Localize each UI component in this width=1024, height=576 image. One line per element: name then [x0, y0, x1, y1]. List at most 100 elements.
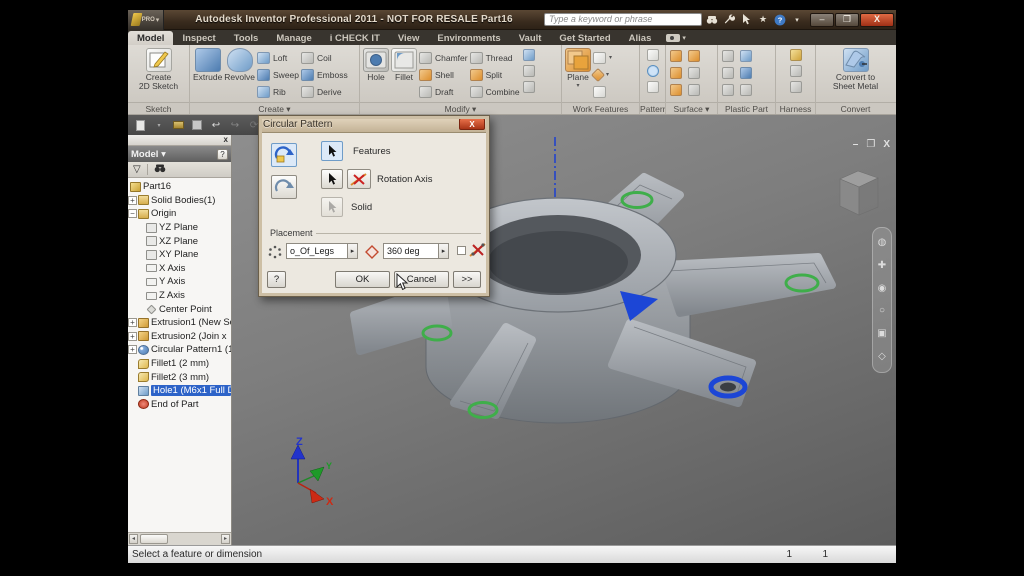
- mirror-icon[interactable]: [647, 81, 659, 93]
- snap-fit-icon[interactable]: [740, 84, 752, 96]
- tree-item-xz-plane[interactable]: XZ Plane: [128, 234, 231, 248]
- recorder-dropdown-icon[interactable]: ▾: [682, 34, 686, 42]
- screen-recorder-icon[interactable]: [666, 34, 680, 42]
- new-file-icon[interactable]: [134, 119, 146, 131]
- harness-group-label[interactable]: Harness: [776, 103, 816, 114]
- draft-button[interactable]: Draft: [419, 83, 468, 100]
- tab-vault[interactable]: Vault: [510, 31, 551, 45]
- loft-button[interactable]: Loft: [257, 49, 299, 66]
- work-axis-button[interactable]: ▾: [593, 49, 612, 66]
- tab-alias[interactable]: Alias: [620, 31, 661, 45]
- circular-pattern-icon[interactable]: [647, 65, 659, 77]
- derive-button[interactable]: Derive: [301, 83, 348, 100]
- lip-icon[interactable]: [722, 84, 734, 96]
- save-icon[interactable]: [191, 119, 203, 131]
- emboss-button[interactable]: Emboss: [301, 66, 348, 83]
- tab-view[interactable]: View: [389, 31, 428, 45]
- expand-icon[interactable]: +: [128, 332, 137, 341]
- tab-icheckit[interactable]: i CHECK IT: [321, 31, 389, 45]
- rectangular-pattern-icon[interactable]: [647, 49, 659, 61]
- rest-icon[interactable]: [722, 67, 734, 79]
- angle-flyout-button[interactable]: ▸: [438, 243, 449, 259]
- undo-icon[interactable]: ↩: [210, 119, 222, 131]
- rotation-axis-status-button[interactable]: [347, 169, 371, 189]
- open-icon[interactable]: [172, 119, 184, 131]
- circular-pattern-dialog[interactable]: Circular Pattern X Features Rotation Axi…: [258, 115, 490, 297]
- work-point-button[interactable]: ▾: [593, 66, 612, 83]
- expand-icon[interactable]: +: [128, 196, 137, 205]
- pan-hand-icon[interactable]: ✚: [878, 261, 886, 271]
- expand-icon[interactable]: +: [128, 345, 137, 354]
- expand-icon[interactable]: +: [128, 318, 137, 327]
- extrude-button[interactable]: Extrude: [193, 48, 222, 82]
- tab-tools[interactable]: Tools: [225, 31, 268, 45]
- boss-icon[interactable]: [740, 50, 752, 62]
- tree-item-hole1-selected[interactable]: Hole1 (M6x1 Full D: [128, 384, 231, 398]
- tab-model[interactable]: Model: [128, 31, 173, 45]
- count-flyout-button[interactable]: ▸: [347, 243, 358, 259]
- browser-title[interactable]: Model ▾: [131, 149, 217, 160]
- create-2d-sketch-button[interactable]: Create 2D Sketch: [139, 48, 178, 92]
- view-face-icon[interactable]: ◇: [878, 352, 886, 362]
- tree-item-fillet2[interactable]: Fillet2 (3 mm): [128, 370, 231, 384]
- hole-button[interactable]: Hole: [363, 48, 389, 82]
- tree-item-extrusion1[interactable]: +Extrusion1 (New So: [128, 316, 231, 330]
- help-dropdown-icon[interactable]: ▾: [791, 14, 803, 26]
- tree-item-center-point[interactable]: Center Point: [128, 302, 231, 316]
- wrench-icon[interactable]: [723, 14, 735, 26]
- delete-face-icon[interactable]: [688, 84, 700, 96]
- tree-item-solid-bodies[interactable]: +Solid Bodies(1): [128, 194, 231, 208]
- tree-item-extrusion2[interactable]: +Extrusion2 (Join x: [128, 330, 231, 344]
- modify-group-label[interactable]: Modify ▾: [360, 103, 562, 114]
- tree-item-circular-pattern1[interactable]: +Circular Pattern1 (1: [128, 343, 231, 357]
- search-binoculars-icon[interactable]: [706, 14, 718, 26]
- patch-icon[interactable]: [688, 50, 700, 62]
- browser-horizontal-scrollbar[interactable]: ◂ ▸: [128, 532, 231, 545]
- split-button[interactable]: Split: [470, 66, 520, 83]
- thread-button[interactable]: Thread: [470, 49, 520, 66]
- browser-help-icon[interactable]: ?: [217, 149, 228, 160]
- copy-object-icon[interactable]: [523, 65, 535, 77]
- plane-button[interactable]: Plane ▾: [565, 48, 591, 89]
- pattern-solid-mode-button[interactable]: [271, 175, 297, 199]
- rotation-axis-select-button[interactable]: [321, 169, 343, 189]
- convert-to-sheet-metal-button[interactable]: Convert to Sheet Metal: [833, 48, 878, 92]
- harness-properties-icon[interactable]: [790, 81, 802, 93]
- create-group-label[interactable]: Create ▾: [190, 103, 360, 114]
- scroll-left-arrow[interactable]: ◂: [129, 534, 138, 544]
- ucs-button[interactable]: [593, 83, 612, 100]
- trim-icon[interactable]: [688, 67, 700, 79]
- work-features-group-label[interactable]: Work Features: [562, 103, 640, 114]
- coil-button[interactable]: Coil: [301, 49, 348, 66]
- filter-funnel-icon[interactable]: ▽: [133, 165, 141, 175]
- tree-item-xy-plane[interactable]: XY Plane: [128, 248, 231, 262]
- help-search-input[interactable]: Type a keyword or phrase: [544, 13, 702, 26]
- look-at-icon[interactable]: ▣: [877, 329, 886, 339]
- redo-icon[interactable]: ↪: [229, 119, 241, 131]
- solid-select-button[interactable]: [321, 197, 343, 217]
- extend-icon[interactable]: [670, 84, 682, 96]
- create-harness-icon[interactable]: [790, 65, 802, 77]
- fillet-button[interactable]: Fillet: [391, 48, 417, 82]
- doc-minimize-button[interactable]: –: [853, 139, 859, 150]
- rib-button[interactable]: Rib: [257, 83, 299, 100]
- combine-button[interactable]: Combine: [470, 83, 520, 100]
- tree-item-end-of-part[interactable]: End of Part: [128, 398, 231, 412]
- new-file-dropdown-icon[interactable]: ▾: [153, 119, 165, 131]
- shell-button[interactable]: Shell: [419, 66, 468, 83]
- scroll-right-arrow[interactable]: ▸: [221, 534, 230, 544]
- tree-item-origin[interactable]: −Origin: [128, 207, 231, 221]
- dialog-close-button[interactable]: X: [459, 118, 485, 130]
- navigation-bar[interactable]: ◍ ✚ ◉ ○ ▣ ◇: [872, 227, 892, 373]
- view-cube[interactable]: [832, 163, 884, 223]
- leg-right[interactable]: [664, 257, 832, 313]
- pattern-features-mode-button[interactable]: [271, 143, 297, 167]
- pattern-group-label[interactable]: Pattern: [640, 103, 666, 114]
- zoom-icon[interactable]: ◉: [878, 284, 887, 294]
- more-options-button[interactable]: >>: [453, 271, 481, 288]
- collapse-icon[interactable]: −: [128, 209, 137, 218]
- tree-item-fillet1[interactable]: Fillet1 (2 mm): [128, 357, 231, 371]
- navwheel-icon[interactable]: ◍: [878, 238, 887, 248]
- orbit-icon[interactable]: ○: [879, 306, 885, 316]
- browser-close-icon[interactable]: x: [224, 136, 228, 144]
